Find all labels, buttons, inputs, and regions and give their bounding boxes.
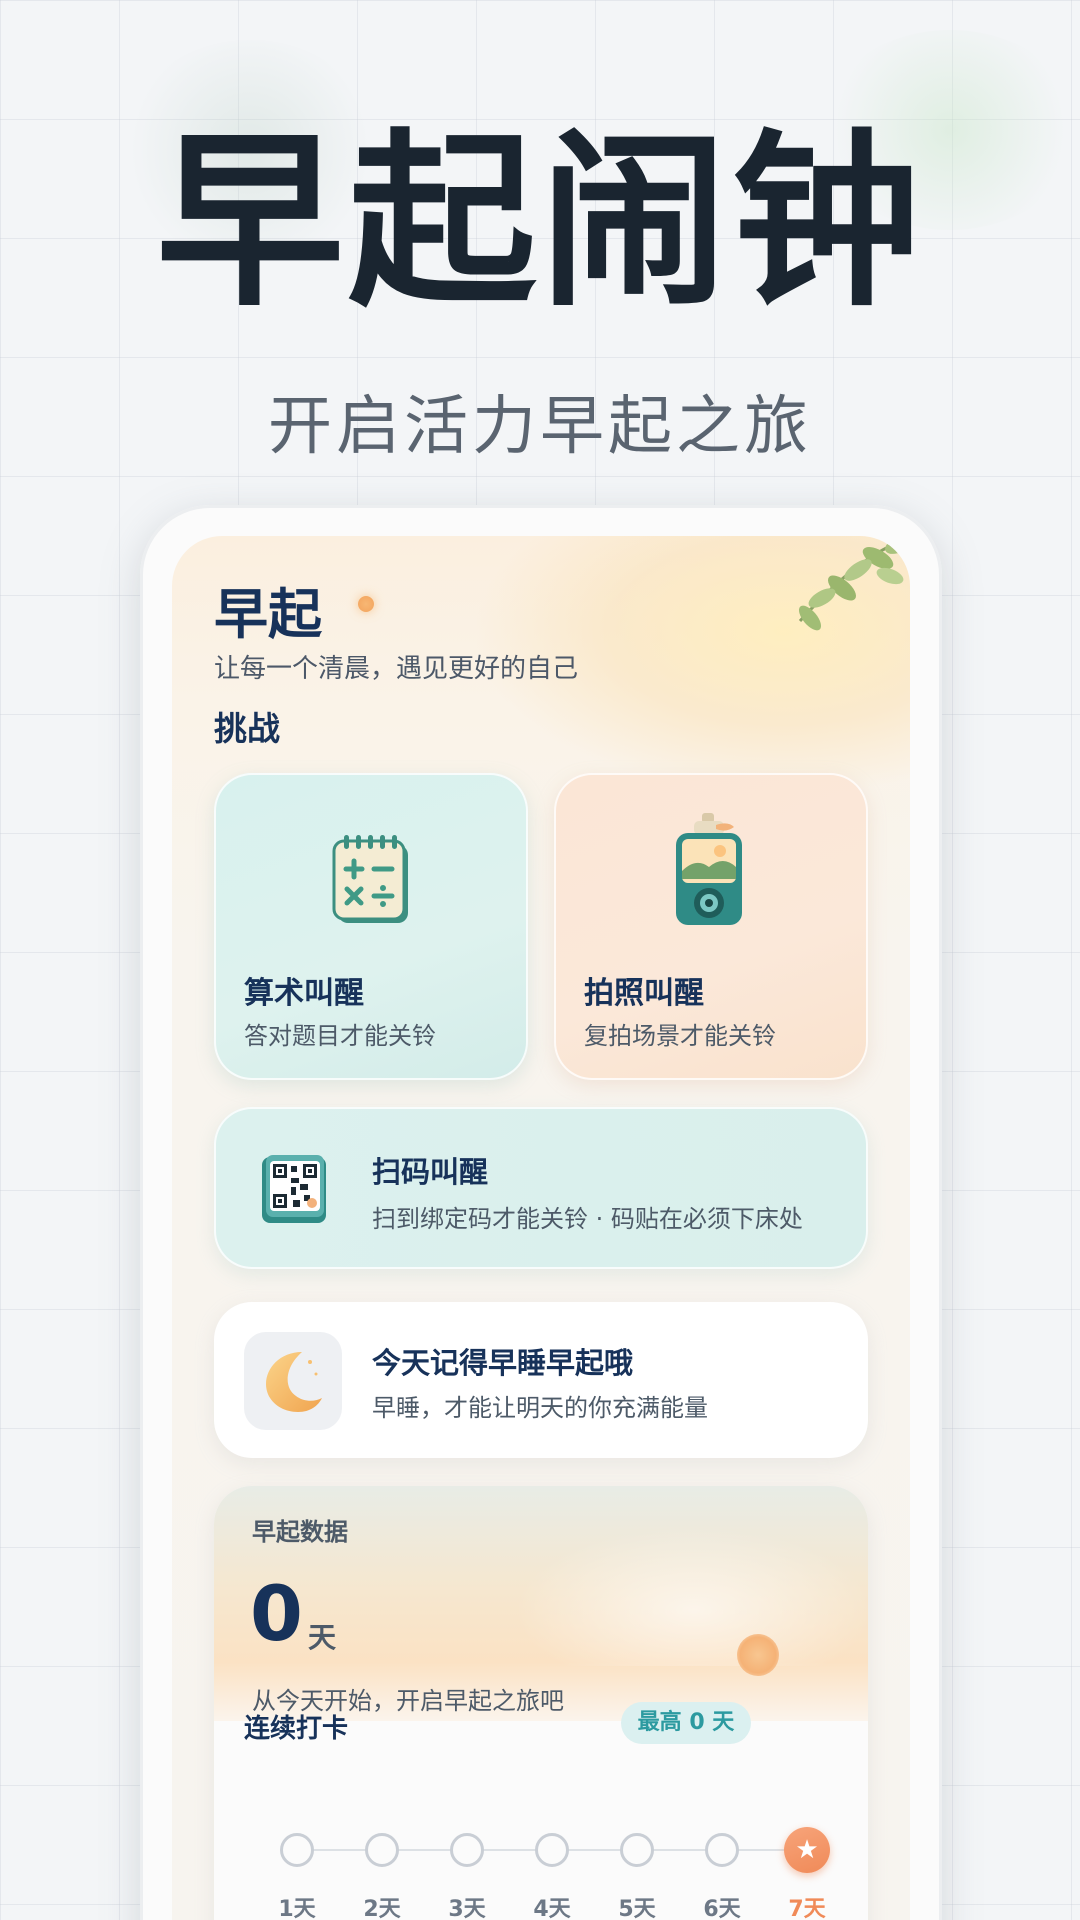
sun-icon [737,1634,779,1676]
moon-icon-tile [244,1332,342,1430]
scan-wakeup-desc: 扫到绑定码才能关铃 · 码贴在必须下床处 [372,1205,803,1233]
leaves-decoration [798,536,910,631]
streak-day-dot [280,1833,314,1867]
sun-dot-icon [358,596,374,612]
streak-day-label: 3天 [448,1897,486,1920]
streak-day-dot [620,1833,654,1867]
scan-wakeup-card[interactable]: 扫码叫醒 扫到绑定码才能关铃 · 码贴在必须下床处 [214,1107,868,1269]
stats-title: 早起数据 [252,1518,348,1546]
streak-day-dot [705,1833,739,1867]
star-icon: ★ [784,1827,830,1873]
math-wakeup-label: 算术叫醒 [244,976,364,1011]
sleep-reminder-card[interactable]: 今天记得早睡早起哦 早睡，才能让明天的你充满能量 [214,1302,868,1458]
photo-wakeup-label: 拍照叫醒 [584,976,704,1011]
streak-day-label-active: 7天 [788,1897,826,1920]
early-rise-stats-card: 早起数据 0 天 从今天开始，开启早起之旅吧 连续打卡 最高 0 天 ★ 1天 … [214,1486,868,1920]
app-title: 早起 [214,583,322,646]
streak-progress: ★ [280,1827,830,1873]
streak-title: 连续打卡 [244,1714,349,1744]
section-title-challenge: 挑战 [214,709,280,748]
sleep-reminder-title: 今天记得早睡早起哦 [372,1346,634,1380]
app-screen: 早起 让每一个清晨，遇见更好的自己 挑战 算术叫醒 答对题目才能关铃 拍照叫醒 … [172,536,910,1920]
sleep-reminder-desc: 早睡，才能让明天的你充满能量 [372,1394,708,1422]
streak-day-label: 4天 [533,1897,571,1920]
streak-day-label: 2天 [363,1897,401,1920]
hero-subtitle: 开启活力早起之旅 [268,390,812,464]
streak-count: 0 [250,1569,303,1658]
app-subtitle: 让每一个清晨，遇见更好的自己 [214,654,579,684]
camera-icon [676,813,742,925]
streak-day-label: 5天 [618,1897,656,1920]
math-wakeup-card[interactable]: 算术叫醒 答对题目才能关铃 [214,773,528,1080]
scan-wakeup-label: 扫码叫醒 [372,1155,489,1189]
photo-wakeup-desc: 复拍场景才能关铃 [584,1022,776,1050]
calculator-notepad-icon [332,835,408,923]
streak-unit: 天 [308,1621,337,1654]
streak-day-dot [450,1833,484,1867]
photo-wakeup-card[interactable]: 拍照叫醒 复拍场景才能关铃 [554,773,868,1080]
streak-day-label: 6天 [703,1897,741,1920]
best-streak-badge: 最高 0 天 [621,1702,751,1744]
hero-title: 早起闹钟 [156,113,924,332]
stats-cloud [514,1526,868,1666]
qr-code-icon [262,1155,326,1223]
streak-day-dot [365,1833,399,1867]
crescent-moon-icon [266,1352,322,1412]
streak-day-dot [535,1833,569,1867]
math-wakeup-desc: 答对题目才能关铃 [244,1022,436,1050]
streak-day-label: 1天 [278,1897,316,1920]
